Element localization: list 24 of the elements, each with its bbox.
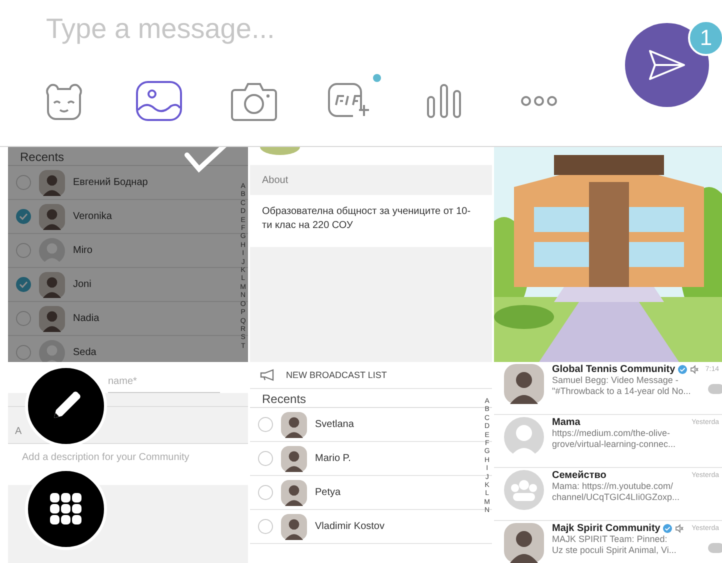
description-text: Образователна общност за учениците от 10-ти клас на 220 СОУ: [250, 195, 492, 247]
chat-title: Семейство: [552, 470, 606, 481]
recents-header: Recents: [8, 147, 248, 166]
chat-title: Global Tennis Community: [552, 364, 676, 375]
contact-name: Евгений Боднар: [73, 177, 148, 188]
chat-title: Majk Spirit Community: [552, 523, 660, 534]
contact-name: Svetlana: [315, 419, 354, 430]
contact-name: Nadia: [73, 313, 100, 324]
chat-title: Mama: [552, 417, 580, 428]
contact-name: Veronika: [73, 211, 112, 222]
section-header: A: [15, 426, 22, 437]
message-preview: Mama: https://m.youtube.com/ channel/UCqTGIC4LIi0GZoxp...: [552, 481, 680, 503]
count-badge: 1: [688, 20, 722, 56]
contact-name: Vladimir Kostov: [315, 521, 384, 532]
message-input[interactable]: Type a message...: [44, 8, 468, 50]
message-preview: MAJK SPIRIT Team: Pinned: Uz ste poculi Spirit Animal, Vi...: [552, 534, 676, 556]
contact-name: Petya: [315, 487, 341, 498]
contact-name: Mario P.: [315, 453, 351, 464]
message-preview: https://medium.com/the-olive- grove/virtual-learning-connec...: [552, 428, 676, 450]
contact-name: Seda: [73, 347, 96, 358]
contact-name: Joni: [73, 279, 92, 290]
contact-name: Miro: [73, 245, 92, 256]
new-broadcast-list-item[interactable]: NEW BROADCAST LIST: [286, 370, 387, 380]
message-preview: Samuel Begg: Video Message - "#Throwback to a 14-year old No...: [552, 375, 691, 397]
